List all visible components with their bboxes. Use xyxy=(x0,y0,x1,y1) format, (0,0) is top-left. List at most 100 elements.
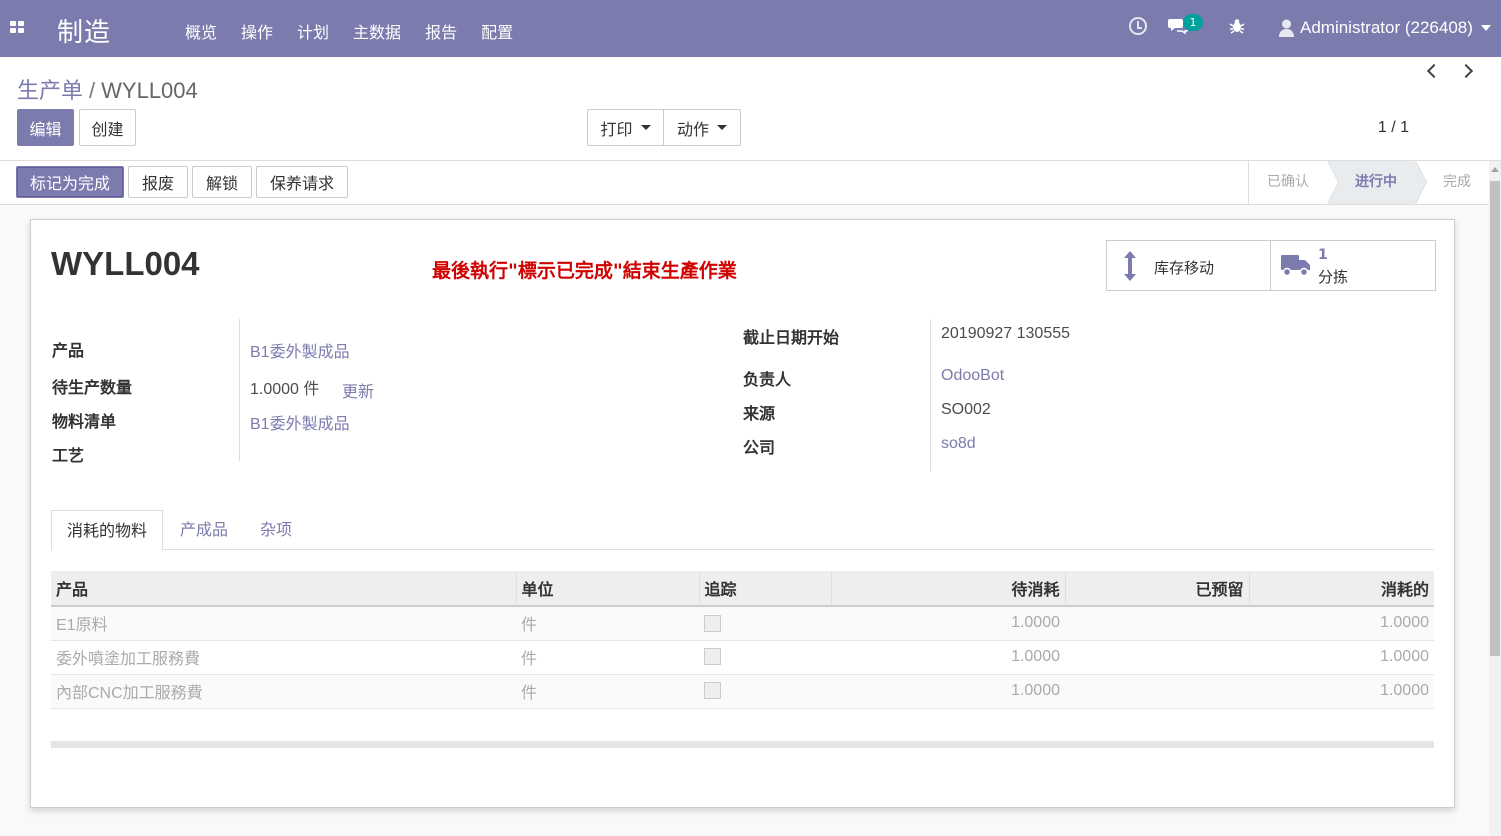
col-uom[interactable]: 单位 xyxy=(516,571,700,607)
pager-value[interactable]: 1 / 1 xyxy=(1378,119,1409,137)
activity-clock-icon[interactable] xyxy=(1129,17,1147,35)
qty-to-produce-label: 待生产数量 xyxy=(52,378,133,397)
tab-consumed-materials[interactable]: 消耗的物料 xyxy=(51,510,164,551)
stock-moves-label: 库存移动 xyxy=(1154,259,1215,277)
create-button[interactable]: 创建 xyxy=(79,109,136,146)
cell-to-consume: 1.0000 xyxy=(831,674,1065,709)
col-consumed[interactable]: 消耗的 xyxy=(1249,571,1434,607)
menu-overview[interactable]: 概览 xyxy=(185,19,217,43)
user-avatar-icon xyxy=(1279,19,1294,37)
arrows-vertical-icon xyxy=(1123,251,1137,285)
company-label: 公司 xyxy=(743,438,776,457)
action-dropdown[interactable]: 动作 xyxy=(664,109,741,146)
table-row[interactable]: E1原料 件 1.0000 1.0000 xyxy=(51,606,1434,641)
tab-finished-products[interactable]: 产成品 xyxy=(180,510,228,551)
cell-product: E1原料 xyxy=(51,606,516,641)
cell-uom: 件 xyxy=(516,606,699,641)
menu-planning[interactable]: 计划 xyxy=(297,19,329,43)
update-qty-link[interactable]: 更新 xyxy=(342,378,374,402)
edit-button[interactable]: 编辑 xyxy=(17,109,74,146)
bom-label: 物料清单 xyxy=(52,412,117,431)
menu-master-data[interactable]: 主数据 xyxy=(353,19,401,43)
main-menu: 概览 操作 计划 主数据 报告 配置 xyxy=(185,19,537,43)
user-name: Administrator (226408) xyxy=(1300,18,1473,37)
pager-previous-icon[interactable] xyxy=(1426,63,1442,79)
app-brand[interactable]: 制造 xyxy=(57,12,111,49)
picking-count: 1 xyxy=(1318,247,1328,263)
source-value: SO002 xyxy=(941,401,991,418)
responsible-label: 负责人 xyxy=(743,370,792,389)
apps-menu-icon[interactable] xyxy=(10,21,24,33)
print-label: 打印 xyxy=(600,119,633,139)
source-label: 来源 xyxy=(743,404,776,423)
status-stages: 已确认 进行中 完成 xyxy=(1248,161,1489,204)
user-menu[interactable]: Administrator (226408) xyxy=(1279,18,1491,38)
col-reserved[interactable]: 已预留 xyxy=(1065,571,1250,607)
picking-label: 分拣 xyxy=(1318,268,1349,286)
right-group-divider xyxy=(930,319,931,471)
cell-to-consume: 1.0000 xyxy=(831,606,1065,641)
form-statusbar: 标记为完成 报废 解锁 保养请求 已确认 进行中 完成 xyxy=(0,161,1489,205)
unlock-button[interactable]: 解锁 xyxy=(192,166,253,198)
menu-operations[interactable]: 操作 xyxy=(241,19,273,43)
statusbar-buttons: 标记为完成 报废 解锁 保养请求 xyxy=(16,166,352,198)
cell-consumed: 1.0000 xyxy=(1249,674,1434,709)
print-dropdown[interactable]: 打印 xyxy=(587,109,664,146)
top-navbar: 制造 概览 操作 计划 主数据 报告 配置 1 Administrator (2… xyxy=(0,0,1501,57)
form-sheet: 库存移动 1 分拣 WYLL004 最後執行"標示已完成"結束生產作業 产品 B… xyxy=(30,219,1455,808)
tracking-checkbox xyxy=(704,614,721,632)
breadcrumb-parent[interactable]: 生产单 xyxy=(17,78,83,103)
cell-tracking xyxy=(699,606,831,641)
qty-number: 1.0000 xyxy=(250,381,299,398)
stock-moves-button[interactable]: 库存移动 xyxy=(1107,241,1271,290)
sidebar-actions: 打印 动作 xyxy=(587,109,741,146)
consumed-materials-table: 产品 单位 追踪 待消耗 已预留 消耗的 E1原料 件 1.0000 1.000… xyxy=(51,571,1434,709)
deadline-label: 截止日期开始 xyxy=(743,328,840,347)
cell-consumed: 1.0000 xyxy=(1249,640,1434,675)
control-panel: 生产单 / WYLL004 编辑 创建 打印 动作 1 / 1 xyxy=(0,57,1501,161)
cell-product: 委外噴塗加工服務費 xyxy=(51,640,516,675)
responsible-value-link[interactable]: OdooBot xyxy=(941,367,1004,385)
product-value-link[interactable]: B1委外製成品 xyxy=(250,338,350,362)
company-value-link[interactable]: so8d xyxy=(941,435,976,453)
scrap-button[interactable]: 报废 xyxy=(128,166,189,198)
left-group-divider xyxy=(239,319,240,461)
menu-reporting[interactable]: 报告 xyxy=(425,19,457,43)
table-row[interactable]: 內部CNC加工服務費 件 1.0000 1.0000 xyxy=(51,674,1434,709)
stage-confirmed[interactable]: 已确认 xyxy=(1249,161,1339,204)
col-tracking[interactable]: 追踪 xyxy=(699,571,832,607)
bom-value-link[interactable]: B1委外製成品 xyxy=(250,410,350,434)
breadcrumb: 生产单 / WYLL004 xyxy=(17,73,198,105)
debug-bug-icon[interactable] xyxy=(1229,18,1245,38)
maintenance-request-button[interactable]: 保养请求 xyxy=(256,166,349,198)
stage-label: 进行中 xyxy=(1355,174,1397,190)
mark-as-done-button[interactable]: 标记为完成 xyxy=(16,166,125,198)
chat-count-badge: 1 xyxy=(1183,14,1203,31)
action-label: 动作 xyxy=(676,119,709,139)
cell-tracking xyxy=(699,640,831,675)
pager-next-icon[interactable] xyxy=(1458,63,1475,79)
smart-buttons: 库存移动 1 分拣 xyxy=(1106,240,1436,291)
stage-in-progress[interactable]: 进行中 xyxy=(1327,161,1427,204)
scroll-up-icon[interactable] xyxy=(1491,167,1499,172)
breadcrumb-separator: / xyxy=(89,78,96,103)
page-scrollbar[interactable] xyxy=(1489,161,1501,836)
menu-configuration[interactable]: 配置 xyxy=(481,19,513,43)
stage-label: 完成 xyxy=(1443,174,1471,190)
tab-miscellaneous[interactable]: 杂项 xyxy=(260,510,292,551)
picking-button[interactable]: 1 分拣 xyxy=(1271,241,1435,290)
table-header-row: 产品 单位 追踪 待消耗 已预留 消耗的 xyxy=(51,571,1434,607)
table-row[interactable]: 委外噴塗加工服務費 件 1.0000 1.0000 xyxy=(51,640,1434,675)
cell-to-consume: 1.0000 xyxy=(831,640,1065,675)
breadcrumb-current: WYLL004 xyxy=(101,78,198,103)
cell-reserved xyxy=(1065,606,1249,641)
col-to-consume[interactable]: 待消耗 xyxy=(831,571,1066,607)
scrollbar-thumb[interactable] xyxy=(1490,181,1500,656)
cell-tracking xyxy=(699,674,831,709)
col-product[interactable]: 产品 xyxy=(51,571,517,607)
caret-down-icon xyxy=(717,125,727,130)
notebook-tabs: 消耗的物料 产成品 杂项 xyxy=(51,510,1434,551)
cell-reserved xyxy=(1065,640,1249,675)
routing-label: 工艺 xyxy=(52,446,85,465)
qty-to-produce-value: 1.0000 件 xyxy=(250,375,319,399)
